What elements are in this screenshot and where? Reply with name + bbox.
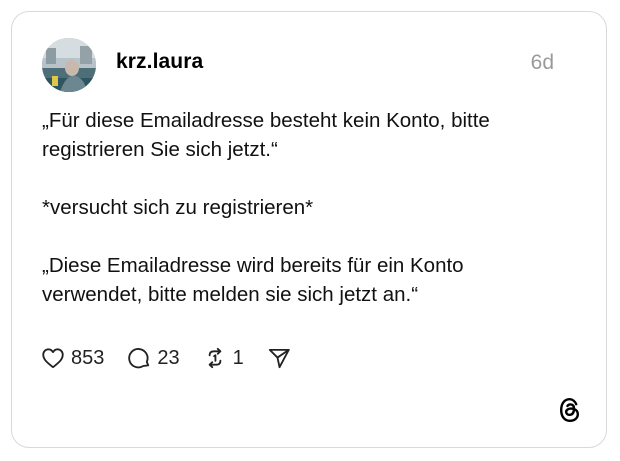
post-time: 6d xyxy=(530,51,554,74)
post-paragraph-2: *versucht sich zu registrieren* xyxy=(42,196,314,219)
post-paragraph-3: „Diese Emailadresse wird bereits für ein… xyxy=(42,254,464,306)
heart-icon xyxy=(40,345,66,371)
threads-logo-icon xyxy=(557,396,583,424)
repost-icon xyxy=(202,345,228,371)
comment-icon xyxy=(126,345,152,371)
post-paragraph-1: „Für diese Emailadresse besteht kein Kon… xyxy=(42,109,490,161)
share-button[interactable] xyxy=(266,345,292,371)
like-count: 853 xyxy=(71,347,105,369)
username[interactable]: krz.laura xyxy=(116,49,203,75)
repost-count: 1 xyxy=(232,347,244,369)
post-body: „Für diese Emailadresse besteht kein Kon… xyxy=(42,106,562,309)
action-bar: 853 23 1 xyxy=(40,343,314,373)
repost-button[interactable]: 1 xyxy=(202,345,244,371)
reply-count: 23 xyxy=(157,347,180,369)
send-icon xyxy=(266,345,292,371)
avatar-photo xyxy=(42,38,96,92)
avatar[interactable] xyxy=(42,38,96,92)
like-button[interactable]: 853 xyxy=(40,345,104,371)
reply-button[interactable]: 23 xyxy=(126,345,180,371)
